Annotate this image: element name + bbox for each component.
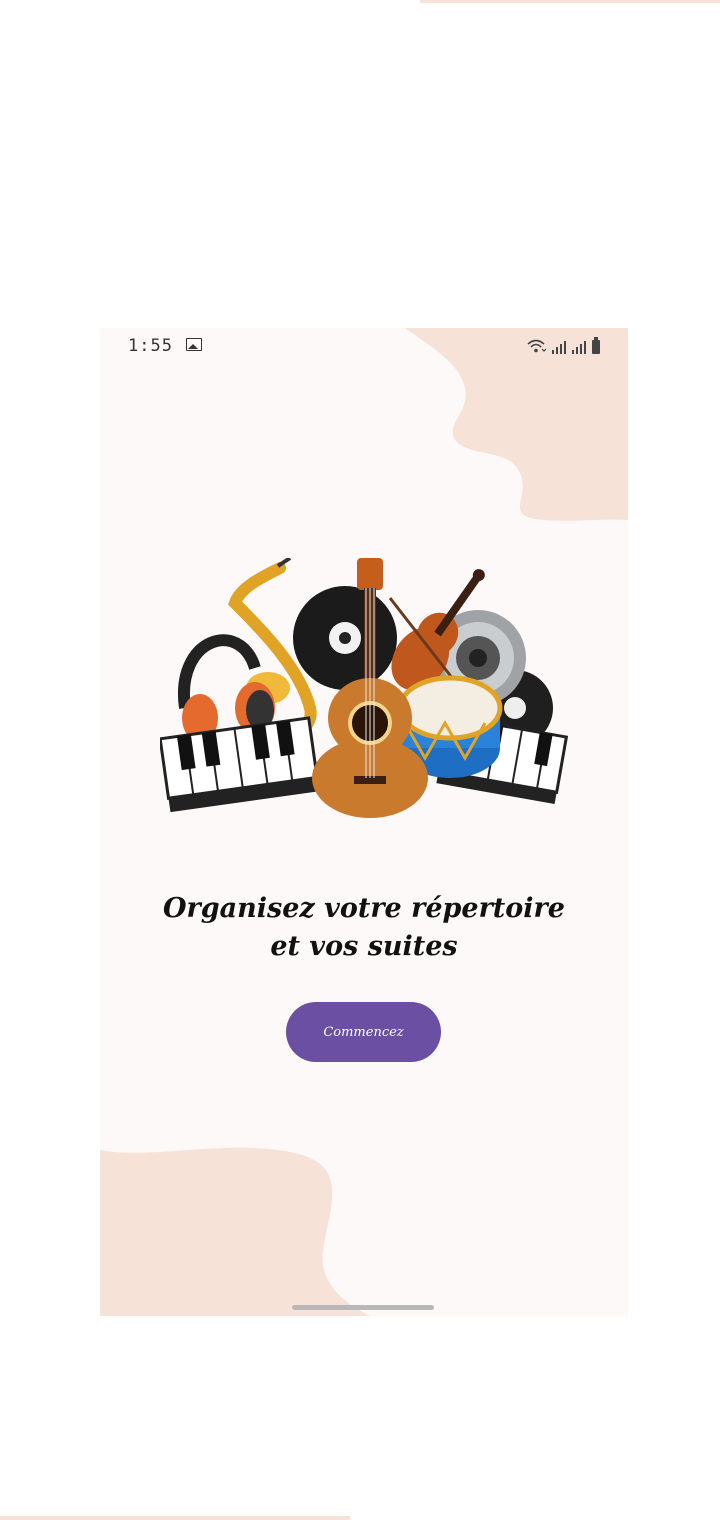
- screenshot-canvas: 1:55 Organisez votre répertoire et vos s…: [0, 0, 720, 1520]
- music-instruments-illustration: [160, 558, 569, 818]
- decorative-strip-top: [420, 0, 720, 3]
- signal-icon: [572, 341, 586, 354]
- signal-icon: [552, 341, 566, 354]
- headline-line-2: et vos suites: [270, 931, 458, 962]
- phone-screen: 1:55 Organisez votre répertoire et vos s…: [100, 328, 628, 1316]
- gallery-icon: [186, 338, 202, 351]
- home-indicator[interactable]: [292, 1305, 434, 1310]
- battery-icon: [592, 337, 600, 354]
- headline-line-1: Organisez votre répertoire: [163, 893, 565, 924]
- status-time: 1:55: [128, 336, 173, 356]
- decorative-blobs: [100, 328, 628, 1316]
- status-icons: [526, 336, 600, 354]
- wifi-icon: [527, 339, 546, 353]
- decorative-strip-bottom: [0, 1516, 350, 1520]
- status-bar: 1:55: [100, 328, 628, 362]
- start-button[interactable]: Commencez: [286, 1002, 441, 1062]
- welcome-headline: Organisez votre répertoire et vos suites: [120, 890, 608, 966]
